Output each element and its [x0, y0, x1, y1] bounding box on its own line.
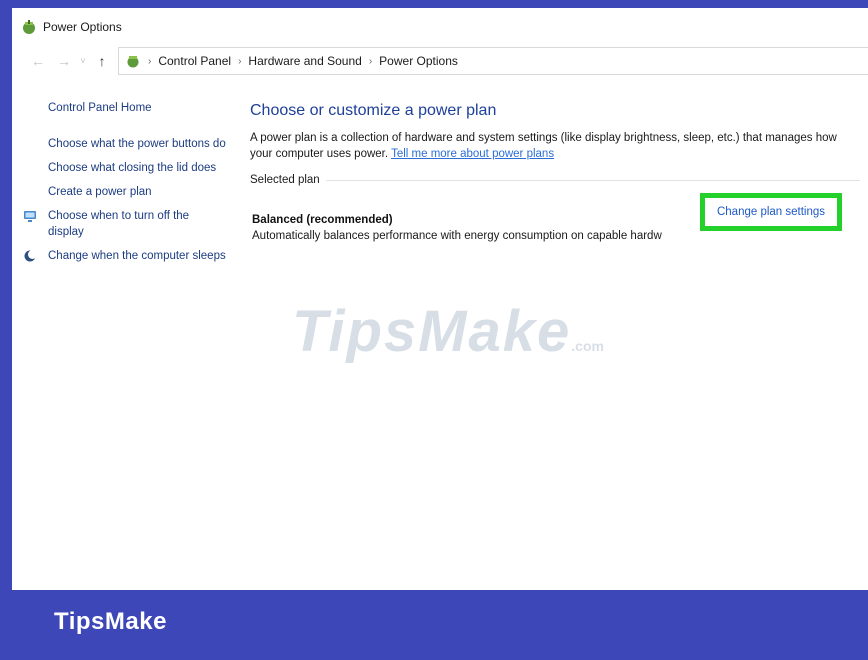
- turn-off-display-link[interactable]: Choose when to turn off the display: [48, 208, 228, 240]
- selected-plan-label: Selected plan: [250, 174, 320, 186]
- forward-button[interactable]: →: [54, 53, 74, 69]
- breadcrumb-control-panel[interactable]: Control Panel: [158, 54, 231, 68]
- closing-lid-link[interactable]: Choose what closing the lid does: [48, 160, 228, 176]
- power-options-window: Power Options ← → ˅ ↑ › Control Panel › …: [12, 8, 868, 590]
- watermark-suffix: .com: [571, 338, 604, 354]
- moon-icon: [24, 250, 37, 262]
- monitor-icon: [24, 211, 36, 222]
- control-panel-home-link[interactable]: Control Panel Home: [48, 100, 228, 116]
- change-plan-settings-highlight: Change plan settings: [700, 193, 842, 231]
- breadcrumb-separator: ›: [238, 55, 242, 67]
- title-bar: Power Options: [12, 8, 868, 46]
- breadcrumb-power-options[interactable]: Power Options: [379, 54, 458, 68]
- watermark: TipsMake.com: [292, 298, 604, 365]
- change-plan-settings-link[interactable]: Change plan settings: [717, 206, 825, 218]
- footer-brand: TipsMake: [54, 608, 167, 635]
- recent-locations-dropdown[interactable]: ˅: [76, 56, 90, 66]
- back-button[interactable]: ←: [28, 53, 48, 69]
- plan-name: Balanced (recommended): [252, 214, 393, 226]
- sidebar: Control Panel Home Choose what the power…: [24, 100, 228, 272]
- power-options-icon: [23, 20, 35, 34]
- power-plan-description: A power plan is a collection of hardware…: [250, 130, 860, 162]
- page-heading: Choose or customize a power plan: [250, 102, 497, 119]
- address-bar[interactable]: › Control Panel › Hardware and Sound › P…: [118, 47, 868, 75]
- selected-plan-header: Selected plan: [250, 174, 860, 186]
- up-button[interactable]: ↑: [92, 53, 112, 69]
- navigation-bar: ← → ˅ ↑ › Control Panel › Hardware and S…: [12, 46, 868, 76]
- create-power-plan-link[interactable]: Create a power plan: [48, 184, 228, 200]
- plan-description: Automatically balances performance with …: [252, 230, 662, 242]
- power-buttons-link[interactable]: Choose what the power buttons do: [48, 136, 228, 152]
- watermark-text: TipsMake: [292, 299, 572, 364]
- divider: [325, 179, 860, 181]
- control-panel-icon: [127, 56, 139, 68]
- breadcrumb-hardware-and-sound[interactable]: Hardware and Sound: [248, 54, 361, 68]
- breadcrumb-separator: ›: [368, 55, 373, 67]
- main-content: Choose or customize a power plan A power…: [250, 102, 860, 242]
- computer-sleeps-link[interactable]: Change when the computer sleeps: [48, 248, 228, 264]
- breadcrumb-separator: ›: [148, 55, 152, 67]
- window-title: Power Options: [43, 20, 122, 34]
- learn-more-link[interactable]: Tell me more about power plans: [391, 148, 554, 160]
